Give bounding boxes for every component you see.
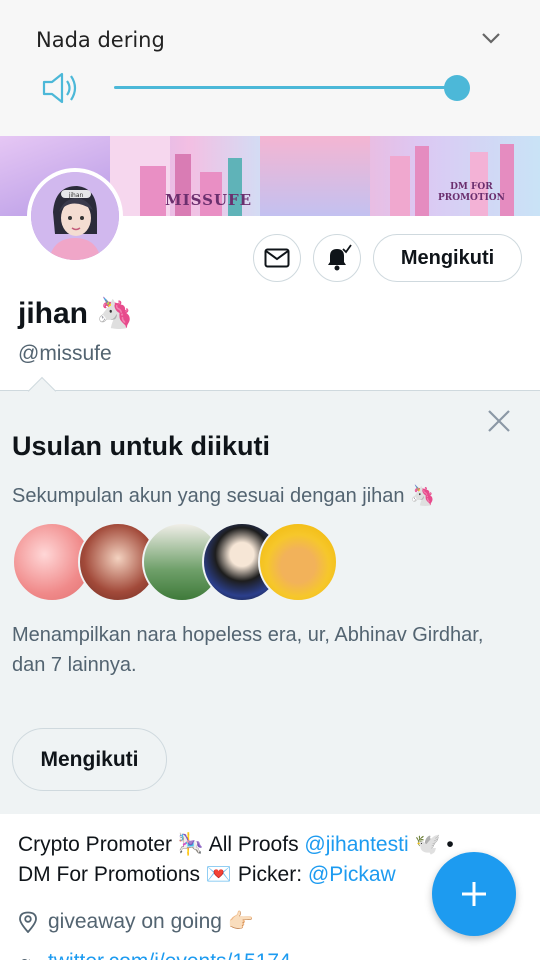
close-icon[interactable]	[486, 408, 512, 434]
ringtone-volume-panel: Nada dering	[0, 0, 540, 136]
link-icon	[18, 959, 30, 960]
bell-check-icon	[328, 244, 352, 271]
follow-all-button[interactable]: Mengikuti	[12, 728, 167, 791]
mail-icon	[264, 248, 290, 268]
following-button[interactable]: Mengikuti	[373, 234, 522, 282]
mention-link[interactable]: @jihantesti	[304, 833, 408, 856]
volume-slider-thumb[interactable]	[444, 75, 470, 101]
banner-corner-text: DM FOR PROMOTION	[438, 182, 505, 203]
svg-text:jihan: jihan	[68, 192, 84, 199]
avatar-illustration: jihan	[31, 172, 119, 260]
compose-tweet-button[interactable]	[432, 852, 516, 936]
banner-title: MISSUFE	[165, 191, 253, 209]
avatar[interactable]: jihan	[27, 168, 123, 264]
display-name: jihan 🦄	[18, 297, 134, 330]
suggestions-subtitle: Sekumpulan akun yang sesuai dengan jihan…	[12, 485, 435, 507]
volume-slider-track[interactable]	[114, 86, 458, 89]
message-button[interactable]	[253, 234, 301, 282]
suggested-avatar[interactable]	[258, 522, 338, 602]
mention-link[interactable]: @Pickaw	[308, 863, 396, 886]
suggested-avatars[interactable]	[12, 522, 342, 604]
user-handle: @missufe	[18, 342, 112, 365]
suggestions-title: Usulan untuk diikuti	[12, 431, 271, 461]
location-pin-icon	[19, 911, 37, 933]
profile-location: giveaway on going 👉🏻	[18, 910, 254, 934]
notifications-button[interactable]	[313, 234, 361, 282]
plus-icon	[462, 882, 486, 906]
suggestions-description: Menampilkan nara hopeless era, ur, Abhin…	[12, 624, 484, 676]
speaker-icon[interactable]	[40, 70, 80, 106]
volume-title: Nada dering	[36, 28, 165, 52]
profile-website[interactable]: twitter.com/i/events/15174...	[18, 950, 308, 960]
chevron-down-icon[interactable]	[480, 30, 502, 46]
